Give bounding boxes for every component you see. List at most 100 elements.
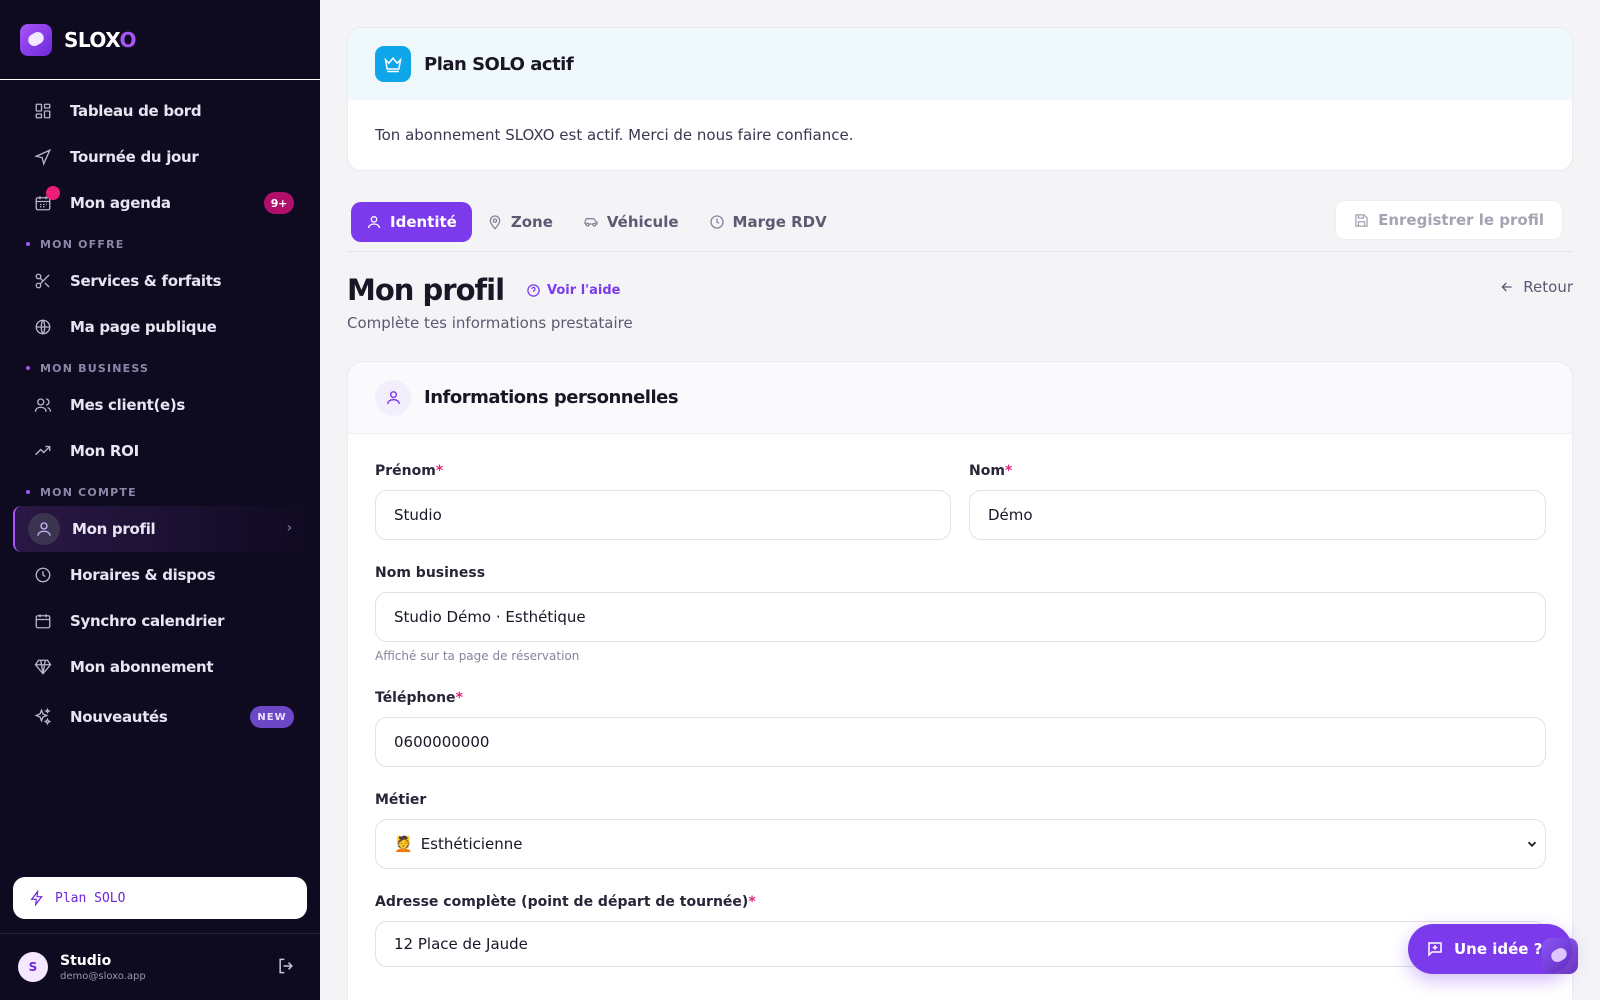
dashboard-icon [34,102,52,120]
globe-icon [34,318,52,336]
sidebar-item-label: Ma page publique [70,318,217,336]
section-mon-offre: MON OFFRE [0,230,320,258]
page-title: Mon profil [347,273,505,307]
tab-zone[interactable]: Zone [472,202,568,242]
nom-input[interactable]: Démo [969,490,1546,540]
sidebar-item-abonnement[interactable]: Mon abonnement [0,644,320,690]
map-pin-icon [489,214,501,230]
plan-card-text: Ton abonnement SLOXO est actif. Merci de… [375,126,854,144]
user-email: demo@sloxo.app [60,970,146,982]
sidebar-item-label: Tournée du jour [70,148,199,166]
nom-field-group: Nom* Démo [969,463,1546,540]
metier-select[interactable]: 💆 Esthéticienne [375,819,1546,869]
save-button-label: Enregistrer le profil [1378,211,1544,229]
sloxo-logo-icon [20,23,52,56]
save-profile-button[interactable]: Enregistrer le profil [1335,200,1563,240]
telephone-label: Téléphone* [375,690,463,706]
sidebar-item-agenda[interactable]: Mon agenda 9+ [0,180,320,226]
tab-identite[interactable]: Identité [351,201,472,242]
prenom-field-group: Prénom* Studio [375,463,951,540]
avatar: S [18,952,48,982]
sidebar-item-label: Nouveautés [70,708,168,726]
telephone-field-group: Téléphone* 0600000000 [375,690,1546,767]
help-link[interactable]: Voir l'aide [526,283,620,298]
help-circle-icon [527,283,540,297]
logout-icon[interactable] [276,956,296,976]
form-card-title: Informations personnelles [424,387,679,408]
sidebar-item-label: Services & forfaits [70,272,222,290]
tab-label: Marge RDV [732,212,827,231]
business-label: Nom business [375,565,486,581]
sidebar-item-horaires[interactable]: Horaires & dispos [0,552,320,598]
sidebar-item-label: Mon abonnement [70,658,214,676]
main-content: Plan SOLO actif Ton abonnement SLOXO est… [320,0,1600,1000]
back-link[interactable]: Retour [1499,278,1573,296]
form-card-header: Informations personnelles [348,362,1572,434]
business-hint: Affiché sur ta page de réservation [375,649,580,663]
personal-info-card: Informations personnelles Prénom* Studio… [347,361,1573,1000]
agenda-count-badge: 9+ [263,192,294,214]
sidebar-item-tournee[interactable]: Tournée du jour [0,134,320,180]
business-field-group: Nom business Studio Démo · Esthétique Af… [375,565,1546,663]
sidebar-item-roi[interactable]: Mon ROI [0,428,320,474]
sidebar-item-label: Mon profil [72,520,156,538]
telephone-input[interactable]: 0600000000 [375,717,1546,767]
calendar-sync-icon [34,612,52,630]
sidebar-item-dashboard[interactable]: Tableau de bord [0,88,320,134]
navigation-icon [34,148,52,166]
adresse-field-group: Adresse complète (point de départ de tou… [375,894,1546,967]
fab-label: Une idée ? [1454,940,1543,958]
nom-label: Nom* [969,463,1013,479]
plan-solo-button[interactable]: Plan SOLO [13,877,307,919]
diamond-icon [34,658,52,676]
section-mon-business: MON BUSINESS [0,354,320,382]
new-badge: NEW [250,706,294,728]
sidebar-item-clients[interactable]: Mes client(e)s [0,382,320,428]
sidebar-item-label: Tableau de bord [70,102,202,120]
sparkles-icon [34,708,52,726]
brand-name: SLOXO [64,27,136,52]
brand[interactable]: SLOXO [0,0,320,80]
car-icon [584,217,598,227]
users-icon [34,396,52,414]
sidebar-item-nouveautes[interactable]: Nouveautés NEW [0,694,320,740]
sidebar-item-profil[interactable]: Mon profil › [13,506,320,552]
scissors-icon [34,272,52,290]
metier-field-group: Métier 💆 Esthéticienne [375,792,1546,869]
trending-up-icon [34,442,52,460]
arrow-left-icon [1501,282,1512,292]
metier-value: Esthéticienne [420,835,523,853]
sidebar-item-services[interactable]: Services & forfaits [0,258,320,304]
tab-marge-rdv[interactable]: Marge RDV [694,202,842,242]
sidebar-item-label: Mes client(e)s [70,396,186,414]
user-profile-row[interactable]: S Studio demo@sloxo.app [0,933,320,1000]
tab-label: Véhicule [606,212,679,231]
tab-vehicule[interactable]: Véhicule [568,202,694,242]
plan-button-label: Plan SOLO [55,890,126,906]
sidebar-item-page-publique[interactable]: Ma page publique [0,304,320,350]
metier-label: Métier [375,792,427,808]
business-name-input[interactable]: Studio Démo · Esthétique [375,592,1546,642]
user-icon [368,215,380,228]
profile-tabs: Identité Zone Véhicule Marge RDV Enregis… [347,200,1573,252]
prenom-input[interactable]: Studio [375,490,951,540]
sidebar-item-label: Synchro calendrier [70,612,225,630]
tab-label: Zone [510,212,553,231]
help-link-label: Voir l'aide [547,282,621,298]
save-icon [1355,213,1368,227]
sidebar-item-synchro[interactable]: Synchro calendrier [0,598,320,644]
sloxo-widget-icon[interactable] [1542,938,1578,974]
user-name: Studio [60,952,112,969]
plan-card-title: Plan SOLO actif [424,53,574,75]
tab-label: Identité [390,212,457,231]
sidebar: SLOXO Tableau de bord Tournée du jour Mo… [0,0,320,1000]
section-mon-compte: MON COMPTE [0,478,320,506]
page-header: Mon profil Voir l'aide Retour [347,272,1573,308]
crown-icon [375,46,411,82]
user-icon [375,379,411,416]
adresse-input[interactable]: 12 Place de Jaude [375,921,1546,967]
page-subtitle: Complète tes informations prestataire [347,314,633,332]
zap-icon [30,890,43,906]
clock-icon [709,214,724,229]
message-plus-icon [1428,942,1442,957]
